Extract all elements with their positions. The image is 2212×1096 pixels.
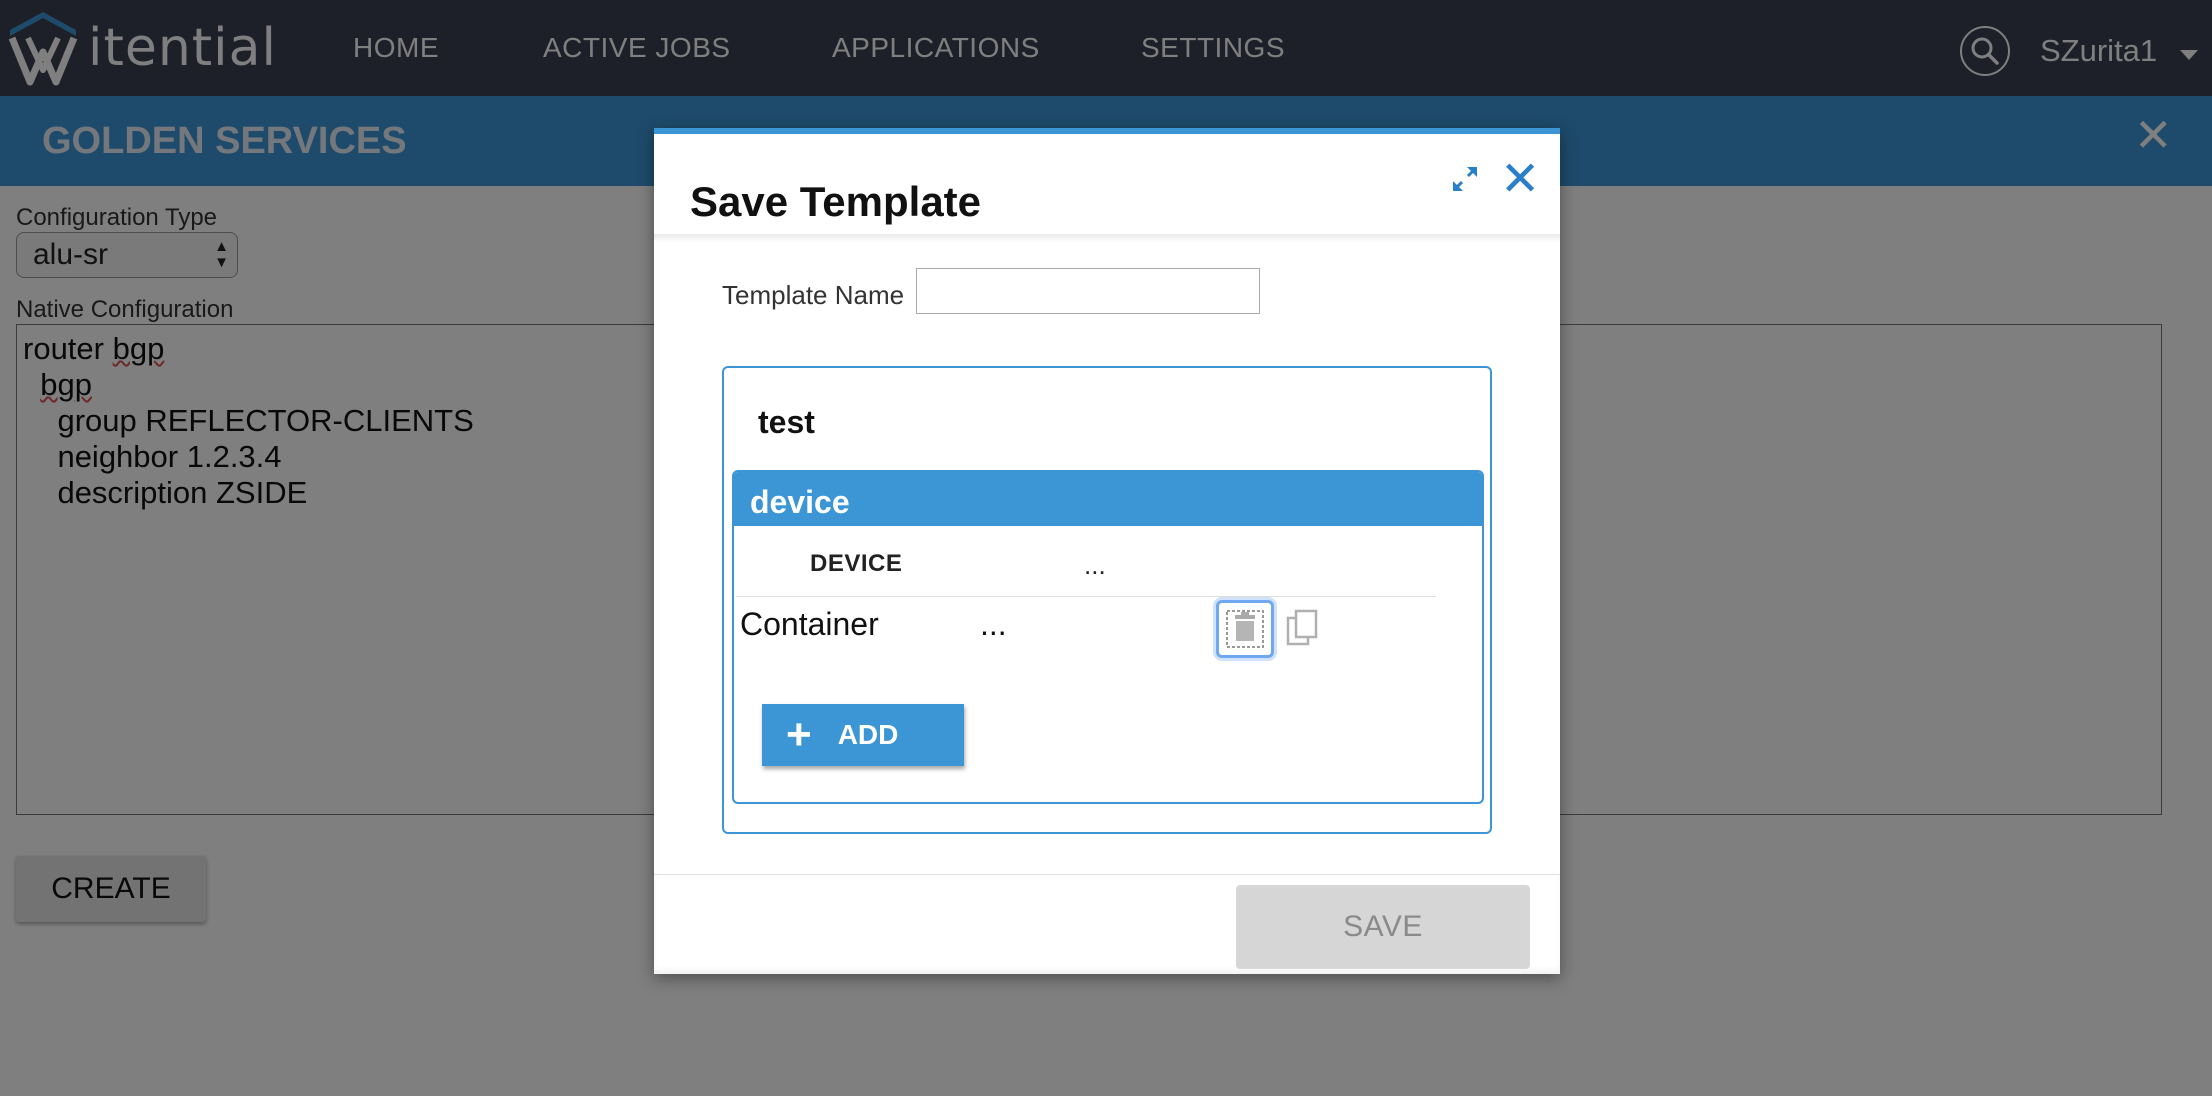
plus-icon: +: [786, 710, 812, 759]
device-section: device DEVICE ... Container ... + ADD: [732, 470, 1484, 804]
add-button-label: ADD: [837, 719, 899, 750]
delete-row-button[interactable]: [1216, 600, 1274, 658]
modal-close-icon[interactable]: ✕: [1500, 156, 1540, 204]
save-template-modal: Save Template ✕ Template Name test devic…: [654, 128, 1560, 974]
copy-icon[interactable]: [1286, 608, 1320, 648]
modal-header-divider: [654, 234, 1560, 242]
column-header-device: DEVICE: [810, 550, 903, 577]
save-button[interactable]: SAVE: [1236, 885, 1530, 969]
template-name-input[interactable]: [916, 268, 1260, 314]
template-name-label: Template Name: [722, 280, 905, 310]
modal-title: Save Template: [690, 178, 982, 225]
add-button[interactable]: + ADD: [762, 704, 964, 766]
modal-footer: SAVE: [654, 874, 1560, 974]
expand-icon[interactable]: [1450, 164, 1480, 194]
device-section-header[interactable]: device: [734, 472, 1482, 526]
row-name-cell: Container: [740, 606, 879, 642]
column-header-value: ...: [1084, 550, 1106, 580]
device-section-title: device: [750, 484, 850, 520]
group-title: test: [758, 404, 815, 440]
template-group-box: test device DEVICE ... Container ... + A…: [722, 366, 1492, 834]
row-value-cell[interactable]: ...: [980, 606, 1007, 643]
trash-icon: [1226, 610, 1264, 648]
row-divider: [736, 596, 1436, 597]
